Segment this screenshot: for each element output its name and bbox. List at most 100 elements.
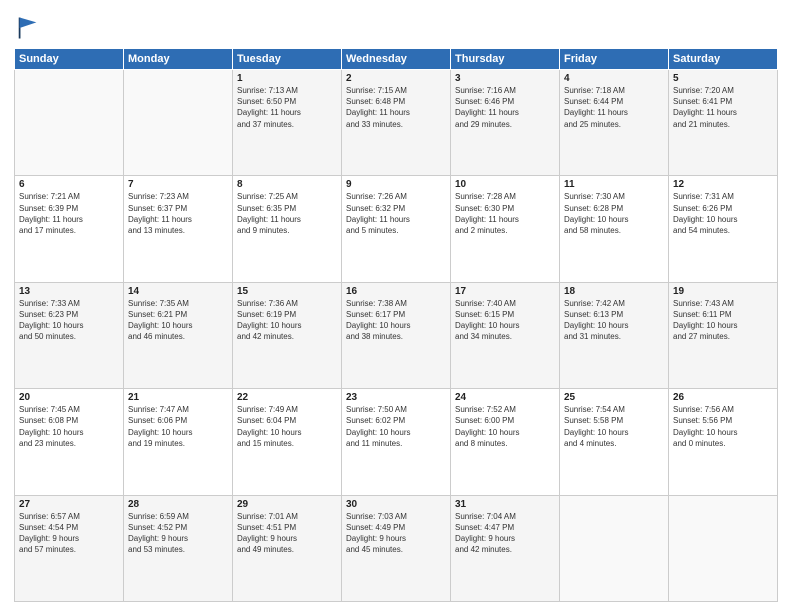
day-info: Sunrise: 7:03 AM Sunset: 4:49 PM Dayligh… [346, 511, 446, 556]
day-number: 21 [128, 392, 228, 403]
weekday-header-thursday: Thursday [451, 49, 560, 70]
calendar-cell: 29Sunrise: 7:01 AM Sunset: 4:51 PM Dayli… [233, 495, 342, 601]
day-number: 3 [455, 73, 555, 84]
calendar-cell: 26Sunrise: 7:56 AM Sunset: 5:56 PM Dayli… [669, 389, 778, 495]
weekday-row: SundayMondayTuesdayWednesdayThursdayFrid… [15, 49, 778, 70]
weekday-header-sunday: Sunday [15, 49, 124, 70]
day-number: 6 [19, 179, 119, 190]
calendar-cell: 24Sunrise: 7:52 AM Sunset: 6:00 PM Dayli… [451, 389, 560, 495]
day-info: Sunrise: 7:45 AM Sunset: 6:08 PM Dayligh… [19, 404, 119, 449]
day-info: Sunrise: 6:57 AM Sunset: 4:54 PM Dayligh… [19, 511, 119, 556]
day-number: 10 [455, 179, 555, 190]
calendar-cell [560, 495, 669, 601]
day-info: Sunrise: 7:52 AM Sunset: 6:00 PM Dayligh… [455, 404, 555, 449]
calendar-cell: 17Sunrise: 7:40 AM Sunset: 6:15 PM Dayli… [451, 282, 560, 388]
day-number: 17 [455, 286, 555, 297]
day-number: 16 [346, 286, 446, 297]
calendar-cell: 2Sunrise: 7:15 AM Sunset: 6:48 PM Daylig… [342, 70, 451, 176]
day-info: Sunrise: 7:35 AM Sunset: 6:21 PM Dayligh… [128, 298, 228, 343]
day-info: Sunrise: 7:43 AM Sunset: 6:11 PM Dayligh… [673, 298, 773, 343]
calendar: SundayMondayTuesdayWednesdayThursdayFrid… [14, 48, 778, 602]
calendar-cell: 14Sunrise: 7:35 AM Sunset: 6:21 PM Dayli… [124, 282, 233, 388]
day-number: 22 [237, 392, 337, 403]
day-info: Sunrise: 7:50 AM Sunset: 6:02 PM Dayligh… [346, 404, 446, 449]
day-info: Sunrise: 7:25 AM Sunset: 6:35 PM Dayligh… [237, 191, 337, 236]
calendar-cell: 27Sunrise: 6:57 AM Sunset: 4:54 PM Dayli… [15, 495, 124, 601]
calendar-cell: 28Sunrise: 6:59 AM Sunset: 4:52 PM Dayli… [124, 495, 233, 601]
day-number: 23 [346, 392, 446, 403]
day-info: Sunrise: 7:38 AM Sunset: 6:17 PM Dayligh… [346, 298, 446, 343]
logo [14, 14, 44, 42]
day-info: Sunrise: 7:18 AM Sunset: 6:44 PM Dayligh… [564, 85, 664, 130]
day-info: Sunrise: 6:59 AM Sunset: 4:52 PM Dayligh… [128, 511, 228, 556]
calendar-cell: 10Sunrise: 7:28 AM Sunset: 6:30 PM Dayli… [451, 176, 560, 282]
calendar-cell: 30Sunrise: 7:03 AM Sunset: 4:49 PM Dayli… [342, 495, 451, 601]
day-info: Sunrise: 7:47 AM Sunset: 6:06 PM Dayligh… [128, 404, 228, 449]
calendar-cell: 6Sunrise: 7:21 AM Sunset: 6:39 PM Daylig… [15, 176, 124, 282]
calendar-cell: 4Sunrise: 7:18 AM Sunset: 6:44 PM Daylig… [560, 70, 669, 176]
calendar-cell [124, 70, 233, 176]
calendar-body: 1Sunrise: 7:13 AM Sunset: 6:50 PM Daylig… [15, 70, 778, 602]
calendar-cell: 20Sunrise: 7:45 AM Sunset: 6:08 PM Dayli… [15, 389, 124, 495]
day-info: Sunrise: 7:56 AM Sunset: 5:56 PM Dayligh… [673, 404, 773, 449]
calendar-cell: 13Sunrise: 7:33 AM Sunset: 6:23 PM Dayli… [15, 282, 124, 388]
day-number: 4 [564, 73, 664, 84]
day-info: Sunrise: 7:54 AM Sunset: 5:58 PM Dayligh… [564, 404, 664, 449]
day-number: 31 [455, 499, 555, 510]
calendar-cell: 31Sunrise: 7:04 AM Sunset: 4:47 PM Dayli… [451, 495, 560, 601]
day-number: 13 [19, 286, 119, 297]
day-info: Sunrise: 7:28 AM Sunset: 6:30 PM Dayligh… [455, 191, 555, 236]
weekday-header-tuesday: Tuesday [233, 49, 342, 70]
calendar-cell [669, 495, 778, 601]
week-row-2: 6Sunrise: 7:21 AM Sunset: 6:39 PM Daylig… [15, 176, 778, 282]
day-info: Sunrise: 7:40 AM Sunset: 6:15 PM Dayligh… [455, 298, 555, 343]
day-info: Sunrise: 7:42 AM Sunset: 6:13 PM Dayligh… [564, 298, 664, 343]
calendar-cell: 8Sunrise: 7:25 AM Sunset: 6:35 PM Daylig… [233, 176, 342, 282]
calendar-cell: 7Sunrise: 7:23 AM Sunset: 6:37 PM Daylig… [124, 176, 233, 282]
day-number: 28 [128, 499, 228, 510]
day-number: 19 [673, 286, 773, 297]
day-number: 20 [19, 392, 119, 403]
week-row-1: 1Sunrise: 7:13 AM Sunset: 6:50 PM Daylig… [15, 70, 778, 176]
day-info: Sunrise: 7:16 AM Sunset: 6:46 PM Dayligh… [455, 85, 555, 130]
day-number: 29 [237, 499, 337, 510]
day-number: 26 [673, 392, 773, 403]
calendar-cell: 23Sunrise: 7:50 AM Sunset: 6:02 PM Dayli… [342, 389, 451, 495]
calendar-cell: 16Sunrise: 7:38 AM Sunset: 6:17 PM Dayli… [342, 282, 451, 388]
day-info: Sunrise: 7:49 AM Sunset: 6:04 PM Dayligh… [237, 404, 337, 449]
week-row-4: 20Sunrise: 7:45 AM Sunset: 6:08 PM Dayli… [15, 389, 778, 495]
calendar-cell: 25Sunrise: 7:54 AM Sunset: 5:58 PM Dayli… [560, 389, 669, 495]
calendar-cell: 12Sunrise: 7:31 AM Sunset: 6:26 PM Dayli… [669, 176, 778, 282]
calendar-cell: 9Sunrise: 7:26 AM Sunset: 6:32 PM Daylig… [342, 176, 451, 282]
header [14, 10, 778, 42]
day-number: 8 [237, 179, 337, 190]
day-info: Sunrise: 7:01 AM Sunset: 4:51 PM Dayligh… [237, 511, 337, 556]
calendar-cell: 5Sunrise: 7:20 AM Sunset: 6:41 PM Daylig… [669, 70, 778, 176]
day-info: Sunrise: 7:15 AM Sunset: 6:48 PM Dayligh… [346, 85, 446, 130]
calendar-cell: 11Sunrise: 7:30 AM Sunset: 6:28 PM Dayli… [560, 176, 669, 282]
day-info: Sunrise: 7:33 AM Sunset: 6:23 PM Dayligh… [19, 298, 119, 343]
weekday-header-friday: Friday [560, 49, 669, 70]
day-number: 5 [673, 73, 773, 84]
week-row-5: 27Sunrise: 6:57 AM Sunset: 4:54 PM Dayli… [15, 495, 778, 601]
logo-icon [14, 14, 42, 42]
day-info: Sunrise: 7:20 AM Sunset: 6:41 PM Dayligh… [673, 85, 773, 130]
day-info: Sunrise: 7:31 AM Sunset: 6:26 PM Dayligh… [673, 191, 773, 236]
day-number: 7 [128, 179, 228, 190]
day-number: 25 [564, 392, 664, 403]
day-info: Sunrise: 7:21 AM Sunset: 6:39 PM Dayligh… [19, 191, 119, 236]
weekday-header-monday: Monday [124, 49, 233, 70]
day-number: 27 [19, 499, 119, 510]
day-number: 18 [564, 286, 664, 297]
calendar-cell: 21Sunrise: 7:47 AM Sunset: 6:06 PM Dayli… [124, 389, 233, 495]
calendar-cell: 19Sunrise: 7:43 AM Sunset: 6:11 PM Dayli… [669, 282, 778, 388]
day-number: 15 [237, 286, 337, 297]
day-number: 1 [237, 73, 337, 84]
calendar-cell: 15Sunrise: 7:36 AM Sunset: 6:19 PM Dayli… [233, 282, 342, 388]
page: SundayMondayTuesdayWednesdayThursdayFrid… [0, 0, 792, 612]
day-info: Sunrise: 7:23 AM Sunset: 6:37 PM Dayligh… [128, 191, 228, 236]
calendar-cell: 3Sunrise: 7:16 AM Sunset: 6:46 PM Daylig… [451, 70, 560, 176]
day-number: 12 [673, 179, 773, 190]
weekday-header-saturday: Saturday [669, 49, 778, 70]
calendar-cell: 18Sunrise: 7:42 AM Sunset: 6:13 PM Dayli… [560, 282, 669, 388]
